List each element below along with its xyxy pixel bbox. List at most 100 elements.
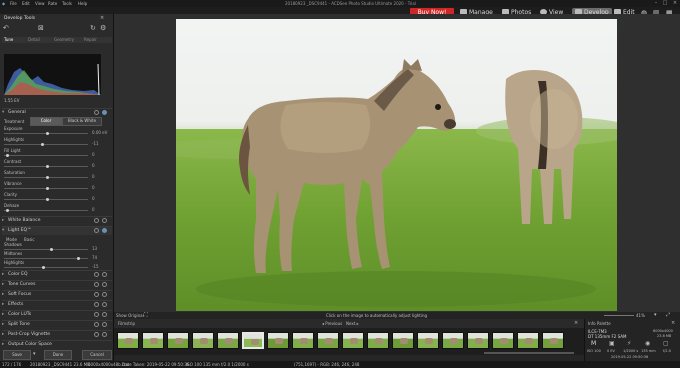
filmstrip-thumbnail[interactable] [167, 332, 189, 349]
general-exposure-slider-handle[interactable] [46, 132, 49, 135]
section-soft-focus-toggle[interactable] [102, 292, 107, 297]
show-original-toggle[interactable]: Show Original [116, 313, 144, 318]
treatment-color-button[interactable]: Color [30, 117, 62, 126]
filmstrip-thumbnail[interactable] [342, 332, 364, 349]
save-dropdown-icon[interactable]: ▾ [33, 351, 36, 357]
settings-icon[interactable]: ⚙ [100, 24, 106, 32]
light-eq-toggle[interactable] [102, 228, 107, 233]
general-dehaze-slider-track[interactable] [4, 210, 88, 211]
filmstrip-thumbnail[interactable] [267, 332, 289, 349]
general-highlights-slider-value[interactable]: -11 [92, 141, 99, 146]
section-tone-curves-reset-icon[interactable] [94, 282, 99, 287]
minimize-icon[interactable]: – [652, 0, 660, 7]
general-highlights-slider-track[interactable] [4, 144, 88, 145]
white-balance-toggle[interactable] [102, 218, 107, 223]
menu-file[interactable]: File [10, 1, 17, 6]
filmstrip-thumbnail[interactable] [192, 332, 214, 349]
menu-tools[interactable]: Tools [62, 1, 72, 6]
section-split-tone-reset-icon[interactable] [94, 322, 99, 327]
general-contrast-slider-handle[interactable] [46, 165, 49, 168]
previous-button[interactable]: ◂ Previous [322, 321, 342, 326]
next-button[interactable]: Next ▸ [346, 321, 359, 326]
general-toggle[interactable] [102, 110, 107, 115]
refresh-icon[interactable]: ↻ [90, 24, 96, 32]
filmstrip-scrollbar[interactable] [484, 352, 574, 354]
general-highlights-slider-handle[interactable] [40, 143, 44, 146]
photo[interactable] [176, 19, 617, 311]
section-color-eq-reset-icon[interactable] [94, 272, 99, 277]
general-dehaze-slider-value[interactable]: 0 [92, 207, 95, 212]
section-split-tone-toggle[interactable] [102, 322, 107, 327]
light-eq-shadows-slider-handle[interactable] [50, 248, 54, 251]
light-eq-mode-value[interactable]: Basic [24, 237, 35, 242]
zoom-dropdown-icon[interactable]: ▾ [654, 312, 657, 318]
save-button[interactable]: Save [3, 350, 31, 360]
maximize-icon[interactable]: □ [661, 0, 669, 7]
filmstrip-thumbnail[interactable] [317, 332, 339, 349]
treatment-bw-button[interactable]: Black & White [62, 117, 102, 126]
general-exposure-slider-value[interactable]: 0.00 eV [92, 130, 107, 135]
filmstrip-thumbnail[interactable] [417, 332, 439, 349]
filmstrip-thumbnail[interactable] [542, 332, 564, 349]
tab-repair[interactable]: Repair [84, 37, 97, 42]
close-icon[interactable]: × [671, 0, 679, 7]
general-contrast-slider-value[interactable]: 0 [92, 163, 95, 168]
filmstrip-thumbnail[interactable] [367, 332, 389, 349]
general-fill-light-slider-track[interactable] [4, 155, 88, 156]
panel-close-icon[interactable]: × [100, 15, 104, 21]
filmstrip-thumbnail[interactable] [442, 332, 464, 349]
light-eq-shadows-slider-track[interactable] [4, 249, 88, 250]
undo-icon[interactable]: ↶ [3, 24, 9, 32]
section-color-luts-toggle[interactable] [102, 312, 107, 317]
section-post-crop-vignette-reset-icon[interactable] [94, 332, 99, 337]
general-vibrance-slider-handle[interactable] [46, 187, 49, 190]
section-color-eq-toggle[interactable] [102, 272, 107, 277]
general-fill-light-slider-handle[interactable] [5, 154, 9, 157]
filmstrip-thumbnail[interactable] [492, 332, 514, 349]
tab-tune[interactable]: Tune [4, 37, 13, 42]
filmstrip-thumbnail[interactable] [217, 332, 239, 349]
general-reset-icon[interactable] [94, 110, 99, 115]
light-eq-highlights-slider-track[interactable] [4, 267, 88, 268]
light-eq-reset-icon[interactable] [94, 228, 99, 233]
light-eq-midtones-slider-value[interactable]: 74 [92, 255, 97, 260]
filmstrip-thumbnail[interactable] [117, 332, 139, 349]
done-button[interactable]: Done [44, 350, 72, 360]
fit-icon[interactable]: ⛶ [144, 312, 148, 318]
section-tone-curves-toggle[interactable] [102, 282, 107, 287]
tab-detail[interactable]: Detail [28, 37, 40, 42]
white-balance-reset-icon[interactable] [94, 218, 99, 223]
general-clarity-slider-handle[interactable] [46, 198, 49, 201]
filmstrip-thumbnail[interactable] [292, 332, 314, 349]
menu-edit[interactable]: Edit [22, 1, 30, 6]
info-palette-close-icon[interactable]: × [671, 320, 675, 326]
section-output-color-space[interactable]: ▸ Output Color Space [2, 340, 112, 349]
section-post-crop-vignette-toggle[interactable] [102, 332, 107, 337]
general-saturation-slider-handle[interactable] [46, 176, 49, 179]
filmstrip-close-icon[interactable]: × [574, 320, 578, 326]
section-soft-focus-reset-icon[interactable] [94, 292, 99, 297]
section-effects-toggle[interactable] [102, 302, 107, 307]
section-effects-reset-icon[interactable] [94, 302, 99, 307]
menu-view[interactable]: View [35, 1, 45, 6]
light-eq-midtones-slider-handle[interactable] [77, 257, 81, 260]
filmstrip-thumbnail[interactable] [517, 332, 539, 349]
light-eq-midtones-slider-track[interactable] [4, 258, 88, 259]
cancel-button[interactable]: Cancel [82, 350, 112, 360]
general-clarity-slider-value[interactable]: 0 [92, 196, 95, 201]
light-eq-shadows-slider-value[interactable]: 13 [92, 246, 97, 251]
filmstrip-thumbnail[interactable] [392, 332, 414, 349]
light-eq-highlights-slider-handle[interactable] [41, 266, 45, 269]
zoom-level[interactable]: 41% [636, 313, 645, 318]
tab-geometry[interactable]: Geometry [54, 37, 74, 42]
general-dehaze-slider-handle[interactable] [5, 209, 9, 212]
general-fill-light-slider-value[interactable]: 0 [92, 152, 95, 157]
menu-rate[interactable]: Rate [48, 1, 57, 6]
general-saturation-slider-value[interactable]: 0 [92, 174, 95, 179]
filmstrip-thumbnail[interactable] [467, 332, 489, 349]
light-eq-highlights-slider-value[interactable]: -15 [92, 264, 99, 269]
filmstrip-thumbnail[interactable] [242, 332, 264, 349]
compare-icon[interactable]: ⊠ [38, 24, 44, 32]
filmstrip-thumbnail[interactable] [142, 332, 164, 349]
section-color-luts-reset-icon[interactable] [94, 312, 99, 317]
